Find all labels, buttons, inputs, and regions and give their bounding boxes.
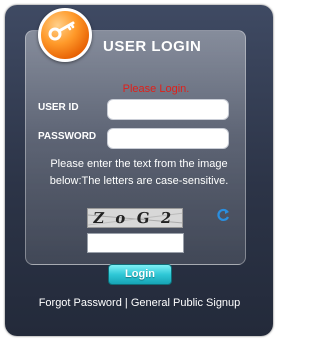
password-label: PASSWORD [38,131,97,142]
forgot-password-link[interactable]: Forgot Password [39,297,122,309]
captcha-text: Z o G 2 A [92,209,176,227]
login-button[interactable]: Login [108,264,172,285]
signup-link[interactable]: General Public Signup [131,297,240,309]
captcha-instructions: Please enter the text from the image bel… [49,158,229,187]
footer-links: Forgot Password | General Public Signup [0,297,279,309]
captcha-field[interactable] [87,233,184,253]
refresh-captcha-icon[interactable] [215,207,231,223]
page-title: USER LOGIN [103,38,202,55]
user-id-field[interactable] [107,99,229,120]
footer-separator: | [124,297,128,309]
user-id-label: USER ID [38,102,79,113]
captcha-image: Z o G 2 A [87,208,183,228]
password-field[interactable] [107,128,229,149]
key-icon [38,8,92,62]
error-message: Please Login. [122,83,190,95]
